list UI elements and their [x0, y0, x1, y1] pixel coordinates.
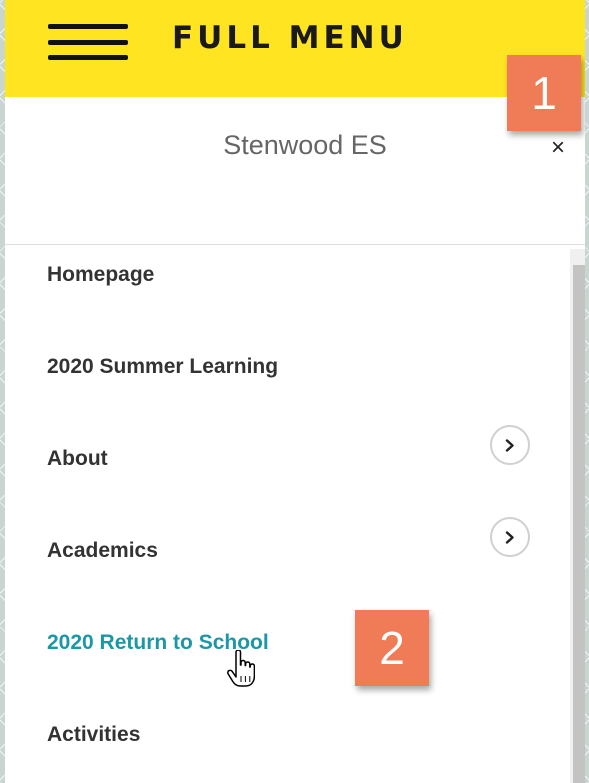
school-name: Stenwood ES — [223, 130, 387, 160]
expand-about-button[interactable] — [490, 425, 530, 465]
hamburger-menu-icon[interactable] — [48, 24, 128, 64]
hand-pointer-cursor-icon — [227, 650, 255, 687]
nav-item-label: About — [47, 447, 108, 470]
close-button[interactable]: × — [543, 133, 573, 163]
menu-title: FULL MENU — [172, 20, 408, 56]
nav-item-homepage[interactable]: Homepage — [5, 245, 570, 337]
nav-item-academics[interactable]: Academics — [5, 517, 570, 613]
nav-item-summer-learning[interactable]: 2020 Summer Learning — [5, 337, 570, 429]
nav-menu: Homepage 2020 Summer Learning About Acad… — [5, 245, 570, 783]
nav-item-return-to-school[interactable]: 2020 Return to School — [5, 613, 570, 705]
step-callout-1: 1 — [507, 55, 581, 131]
full-menu-panel: FULL MENU Stenwood ES × Homepage 2020 Su… — [5, 0, 585, 783]
nav-item-about[interactable]: About — [5, 425, 570, 521]
scrollbar-thumb[interactable] — [573, 265, 585, 783]
step-callout-2: 2 — [355, 610, 429, 686]
nav-item-label: Academics — [47, 539, 158, 562]
nav-item-label: Activities — [47, 723, 141, 746]
chevron-right-icon — [505, 531, 514, 544]
nav-item-activities[interactable]: Activities — [5, 705, 570, 783]
menu-header: FULL MENU — [5, 0, 585, 97]
expand-academics-button[interactable] — [490, 517, 530, 557]
chevron-right-icon — [505, 439, 514, 452]
nav-item-label: Homepage — [47, 263, 155, 286]
nav-item-label: 2020 Summer Learning — [47, 355, 279, 378]
